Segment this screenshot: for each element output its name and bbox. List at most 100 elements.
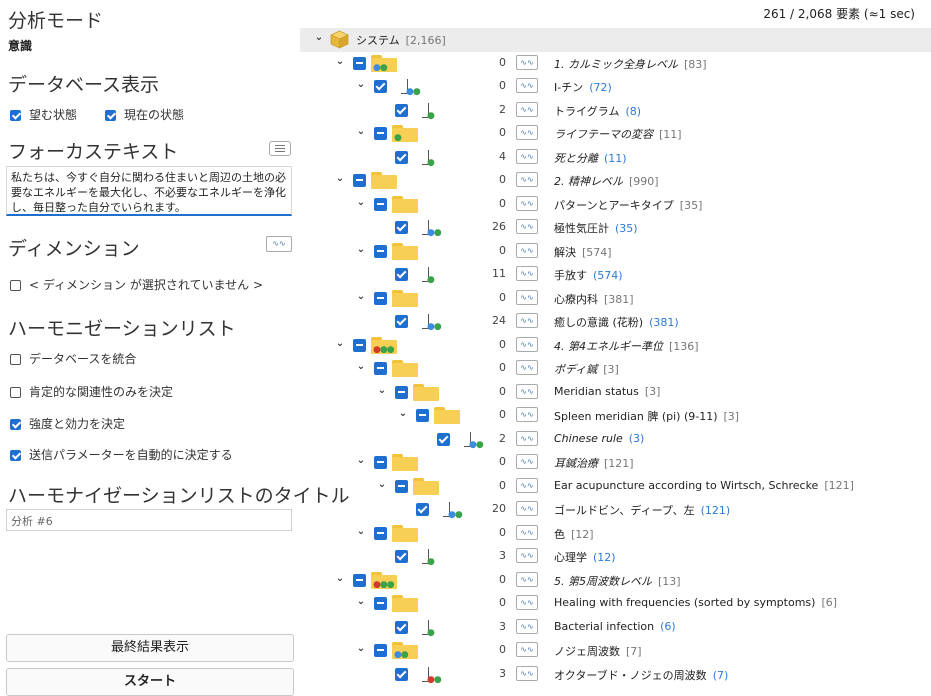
expand-chevron-icon[interactable]: ⌄ (356, 456, 366, 466)
expand-chevron-icon[interactable]: ⌄ (356, 644, 366, 654)
desired-state-checkbox[interactable]: 望む状態 (10, 106, 77, 123)
tree-row[interactable]: ⌄ ● 0 ∿∿ ライフテーマの変容 [11] (300, 122, 931, 146)
option-strength-potency[interactable]: 強度と効力を決定 (10, 415, 125, 432)
waveform-icon[interactable]: ∿∿ (516, 195, 538, 211)
tree-row[interactable]: ● 11 ∿∿ 手放す (574) (300, 263, 931, 287)
partial-checkbox[interactable] (353, 56, 366, 70)
current-state-checkbox[interactable]: 現在の状態 (105, 106, 184, 123)
expand-chevron-icon[interactable]: ⌄ (356, 362, 366, 372)
expand-chevron-icon[interactable]: ⌄ (377, 479, 387, 490)
waveform-icon[interactable]: ∿∿ (516, 618, 538, 634)
option-merge-databases[interactable]: データベースを統合 (10, 350, 136, 367)
checked-checkbox[interactable] (395, 221, 408, 234)
expand-chevron-icon[interactable]: ⌄ (356, 80, 366, 90)
focus-text-list-button[interactable] (269, 141, 291, 156)
tree-row[interactable]: ●● 3 ∿∿ オクターブド・ノジェの周波数 (7) (300, 663, 931, 687)
checked-checkbox[interactable] (416, 503, 429, 516)
tree-root-row[interactable]: ⌄ システム [2,166] (300, 28, 931, 52)
waveform-icon[interactable]: ∿∿ (516, 642, 538, 657)
partial-checkbox[interactable] (374, 597, 387, 610)
tree-row[interactable]: ⌄ 0 ∿∿ ボディ鍼 [3] (300, 357, 931, 381)
tree-row[interactable]: ⌄ 0 ∿∿ Meridian status [3] (300, 381, 931, 405)
waveform-icon[interactable]: ∿∿ (516, 665, 538, 681)
expand-chevron-icon[interactable]: ⌄ (356, 244, 366, 255)
checked-checkbox[interactable] (395, 150, 408, 164)
tree-row[interactable]: ⌄ ●●● 0 ∿∿ 4. 第4エネルギー準位 [136] (300, 334, 931, 358)
waveform-icon[interactable]: ∿∿ (516, 571, 538, 587)
waveform-icon[interactable]: ∿∿ (516, 266, 538, 281)
waveform-icon[interactable]: ∿∿ (516, 430, 538, 446)
waveform-icon[interactable]: ∿∿ (516, 101, 538, 117)
expand-chevron-icon[interactable]: ⌄ (335, 56, 345, 67)
option-positive-only[interactable]: 肯定的な関連性のみを決定 (10, 383, 173, 400)
expand-chevron-icon[interactable]: ⌄ (335, 174, 345, 184)
waveform-icon[interactable]: ∿∿ (516, 524, 538, 540)
dimension-waveform-icon[interactable]: ∿∿ (266, 236, 292, 252)
checked-checkbox[interactable] (437, 432, 450, 446)
partial-checkbox[interactable] (374, 197, 387, 211)
waveform-icon[interactable]: ∿∿ (516, 313, 538, 328)
waveform-icon[interactable]: ∿∿ (516, 172, 538, 187)
partial-checkbox[interactable] (395, 479, 408, 493)
list-title-input[interactable]: 分析 #6 (6, 509, 292, 531)
partial-checkbox[interactable] (374, 526, 387, 540)
waveform-icon[interactable]: ∿∿ (516, 54, 538, 70)
tree-row[interactable]: ⌄ ●● 0 ∿∿ ノジェ周波数 [7] (300, 639, 931, 663)
checked-checkbox[interactable] (395, 667, 408, 681)
tree-row[interactable]: ⌄ 0 ∿∿ 解決 [574] (300, 240, 931, 264)
waveform-icon[interactable]: ∿∿ (516, 407, 538, 422)
tree-row[interactable]: ⌄ ●● 0 ∿∿ I-チン (72) (300, 75, 931, 99)
tree-row[interactable]: ⌄ 0 ∿∿ パターンとアーキタイプ [35] (300, 193, 931, 217)
final-result-button[interactable]: 最終結果表示 (6, 634, 294, 662)
partial-checkbox[interactable] (374, 127, 387, 140)
expand-chevron-icon[interactable]: ⌄ (356, 197, 366, 208)
waveform-icon[interactable]: ∿∿ (516, 501, 538, 516)
tree-row[interactable]: ●● 26 ∿∿ 極性気圧計 (35) (300, 216, 931, 240)
tree-row[interactable]: ⌄ ●●● 0 ∿∿ 5. 第5周波数レベル [13] (300, 569, 931, 593)
waveform-icon[interactable]: ∿∿ (516, 548, 538, 563)
partial-checkbox[interactable] (374, 244, 387, 258)
expand-chevron-icon[interactable]: ⌄ (356, 291, 366, 302)
waveform-icon[interactable]: ∿∿ (516, 336, 538, 352)
checked-checkbox[interactable] (395, 315, 408, 328)
expand-chevron-icon[interactable]: ⌄ (356, 526, 366, 537)
waveform-icon[interactable]: ∿∿ (516, 360, 538, 375)
tree-row[interactable]: ⌄ 0 ∿∿ Ear acupuncture according to Wirtsch… (300, 475, 931, 499)
waveform-icon[interactable]: ∿∿ (516, 219, 538, 234)
waveform-icon[interactable]: ∿∿ (516, 78, 538, 93)
tree-row[interactable]: ● 3 ∿∿ 心理学 (12) (300, 545, 931, 569)
waveform-icon[interactable]: ∿∿ (516, 454, 538, 469)
tree-row[interactable]: ● 2 ∿∿ トライグラム (8) (300, 99, 931, 123)
partial-checkbox[interactable] (374, 456, 387, 469)
expand-chevron-icon[interactable]: ⌄ (314, 33, 324, 43)
partial-checkbox[interactable] (374, 291, 387, 305)
expand-chevron-icon[interactable]: ⌄ (335, 573, 345, 584)
tree-row[interactable]: ⌄ 0 ∿∿ 2. 精神レベル [990] (300, 169, 931, 193)
waveform-icon[interactable]: ∿∿ (516, 242, 538, 258)
tree-row[interactable]: ● 3 ∿∿ Bacterial infection (6) (300, 616, 931, 640)
partial-checkbox[interactable] (353, 174, 366, 187)
partial-checkbox[interactable] (416, 409, 429, 422)
checked-checkbox[interactable] (395, 268, 408, 281)
focus-text-input[interactable]: 私たちは、今すぐ自分に関わる住まいと周辺の土地の必要なエネルギーを最大化し、不必… (6, 166, 292, 216)
expand-chevron-icon[interactable]: ⌄ (398, 409, 408, 419)
waveform-icon[interactable]: ∿∿ (516, 148, 538, 164)
checked-checkbox[interactable] (395, 550, 408, 563)
waveform-icon[interactable]: ∿∿ (516, 595, 538, 610)
partial-checkbox[interactable] (353, 573, 366, 587)
waveform-icon[interactable]: ∿∿ (516, 125, 538, 140)
partial-checkbox[interactable] (353, 338, 366, 352)
tree-row[interactable]: ●● 2 ∿∿ Chinese rule (3) (300, 428, 931, 452)
start-button[interactable]: スタート (6, 668, 294, 696)
expand-chevron-icon[interactable]: ⌄ (356, 597, 366, 607)
checked-checkbox[interactable] (374, 80, 387, 93)
checked-checkbox[interactable] (395, 620, 408, 634)
tree-row[interactable]: ●● 24 ∿∿ 癒しの意識 (花粉) (381) (300, 310, 931, 334)
waveform-icon[interactable]: ∿∿ (516, 289, 538, 305)
expand-chevron-icon[interactable]: ⌄ (335, 338, 345, 349)
tree-row[interactable]: ⌄ 0 ∿∿ Healing with frequencies (sorted by … (300, 592, 931, 616)
expand-chevron-icon[interactable]: ⌄ (356, 127, 366, 137)
partial-checkbox[interactable] (374, 644, 387, 657)
tree-row[interactable]: ●● 20 ∿∿ ゴールドビン、ディープ、左 (121) (300, 498, 931, 522)
option-auto-params[interactable]: 送信パラメーターを自動的に決定する (10, 446, 233, 463)
